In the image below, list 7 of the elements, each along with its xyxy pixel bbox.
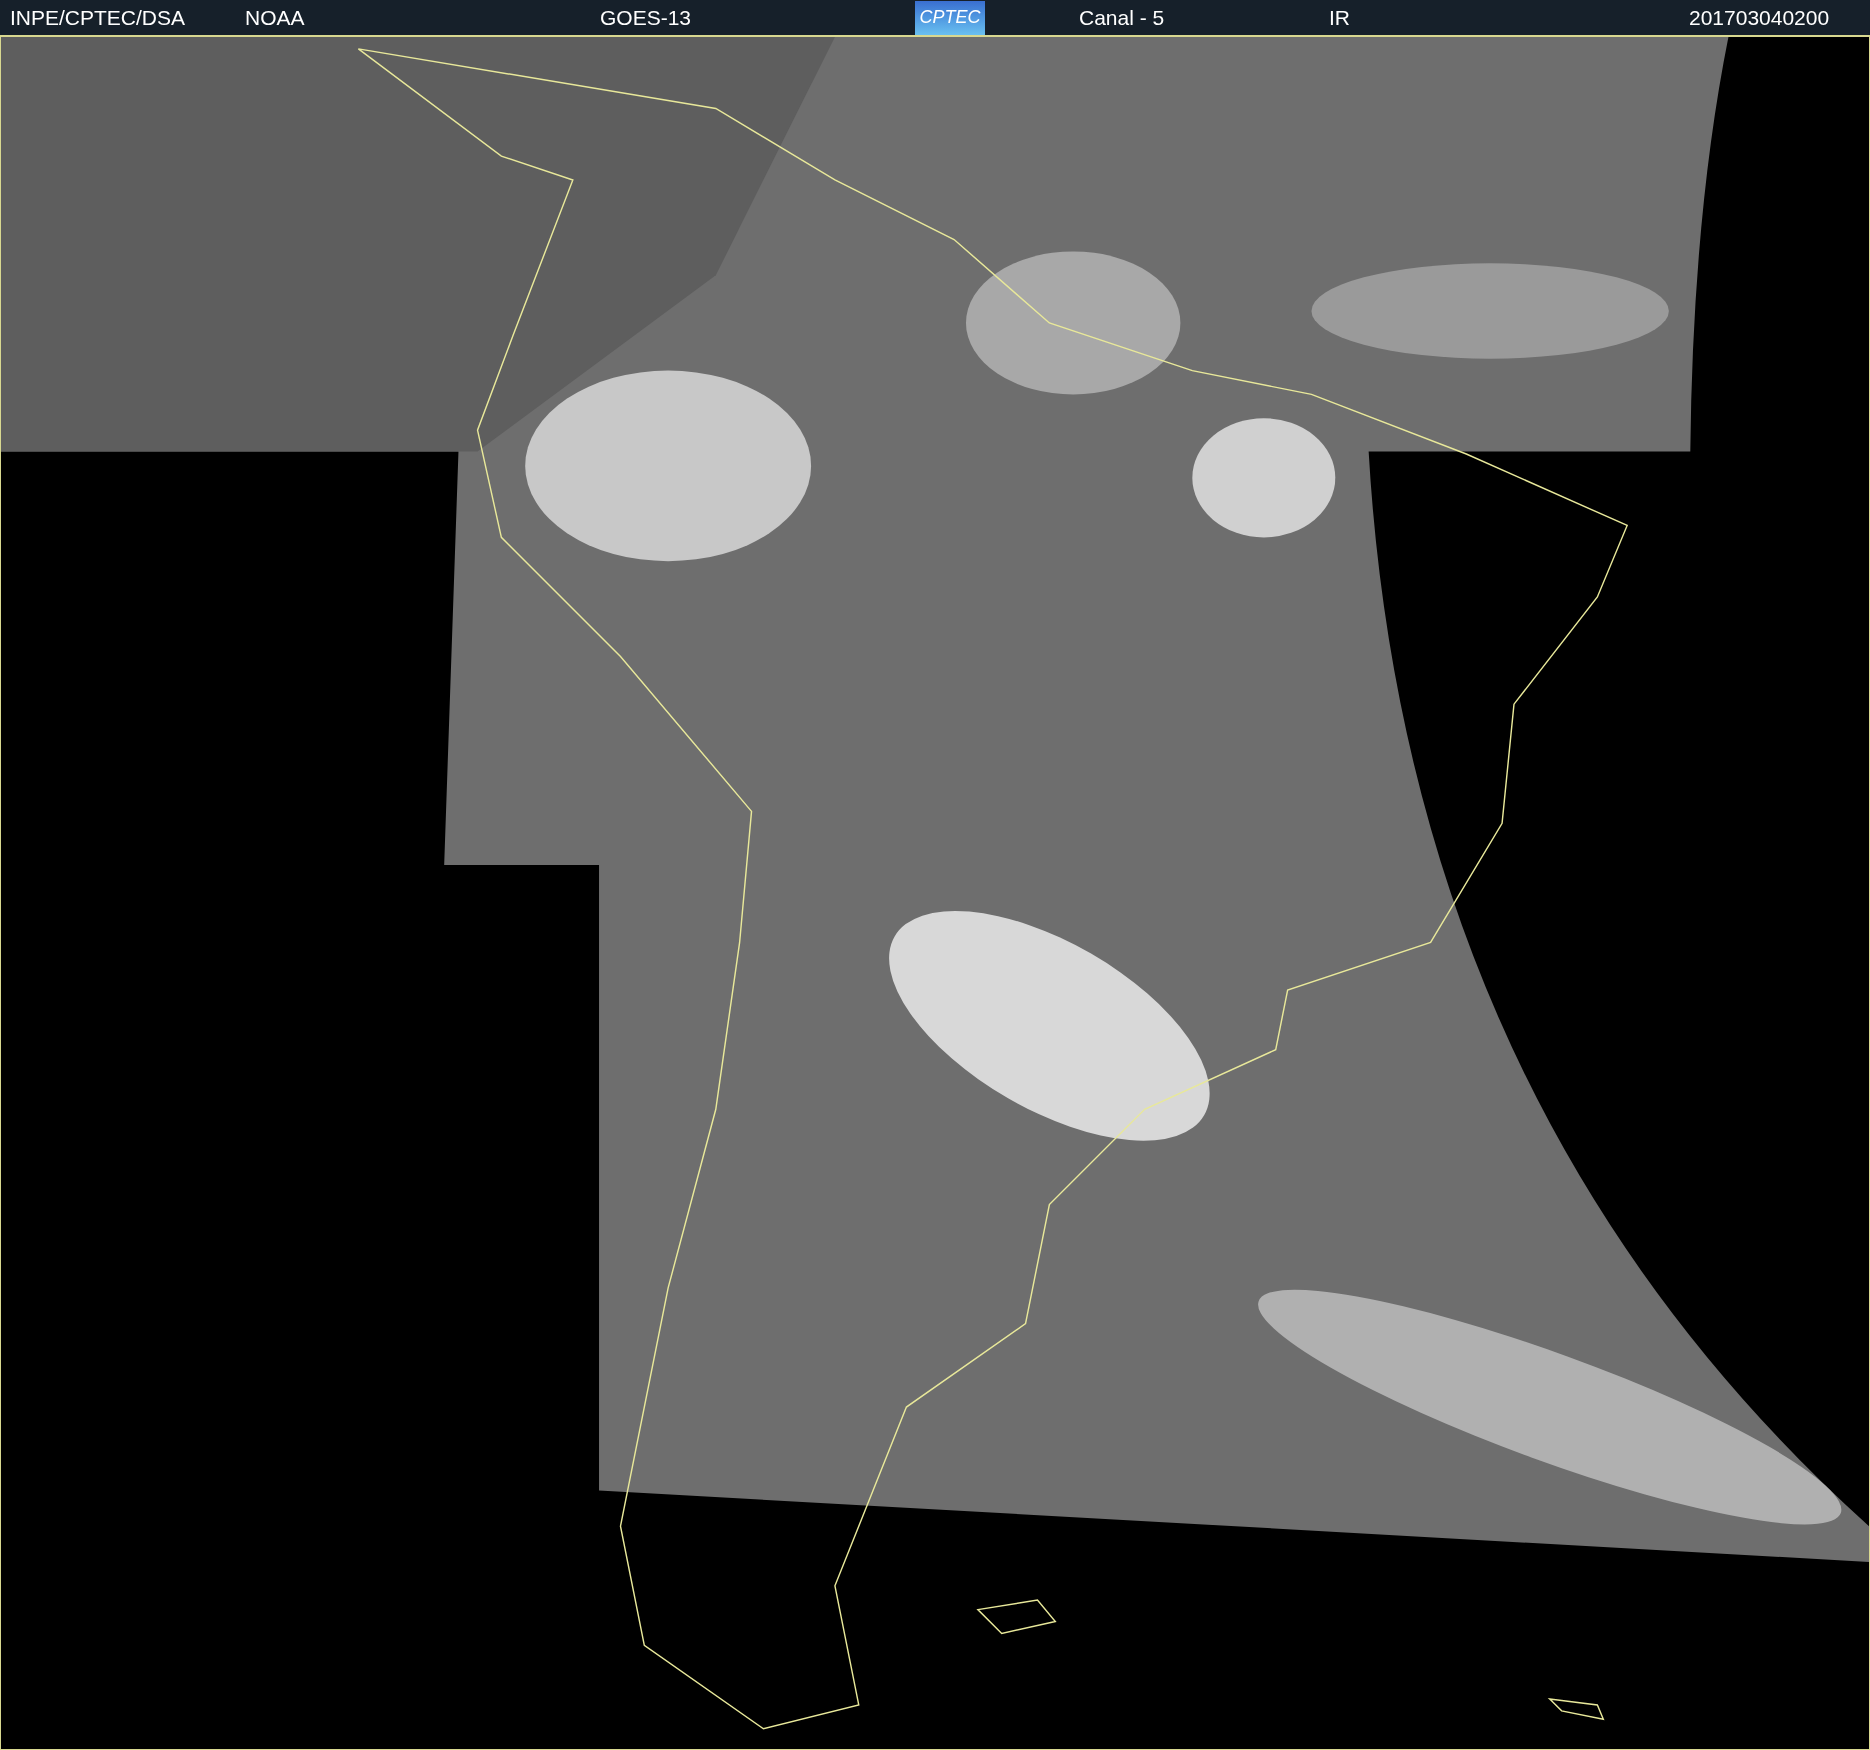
agency-label: NOAA: [245, 4, 306, 31]
source-label: INPE/CPTEC/DSA: [10, 4, 187, 31]
channel-label: Canal - 5: [1079, 4, 1166, 31]
timestamp-label: 201703040200: [1689, 4, 1830, 31]
logo: CPTEC: [915, 0, 985, 35]
satellite-label: GOES-13: [600, 4, 693, 31]
band-label: IR: [1329, 4, 1351, 31]
